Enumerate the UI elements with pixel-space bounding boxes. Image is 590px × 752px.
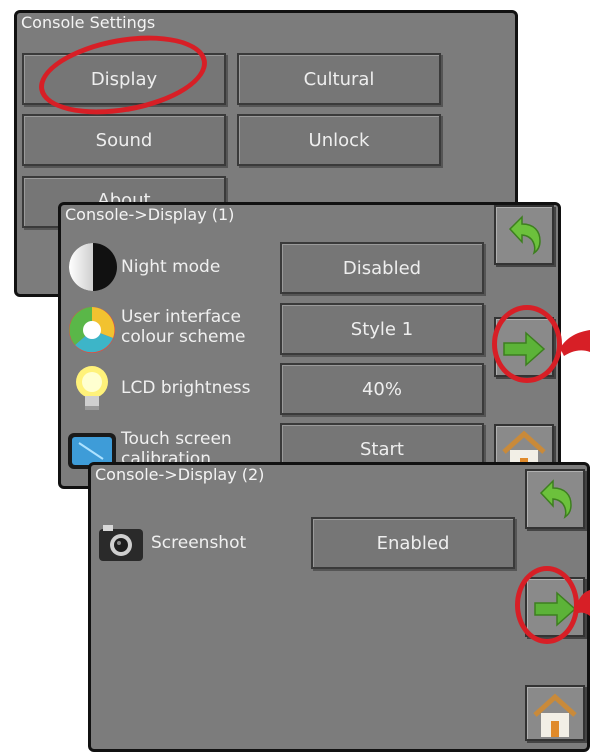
cultural-button[interactable]: Cultural: [237, 53, 441, 105]
sound-button[interactable]: Sound: [22, 114, 226, 166]
panel-title: Console->Display (2): [95, 465, 265, 484]
night-mode-value-button[interactable]: Disabled: [280, 242, 484, 294]
lcd-brightness-icon: [76, 366, 108, 410]
screenshot-label: Screenshot: [151, 533, 247, 553]
display-button[interactable]: Display: [22, 53, 226, 105]
colour-scheme-value-button[interactable]: Style 1: [280, 303, 484, 355]
colour-scheme-label: User interface colour scheme: [121, 307, 246, 347]
lcd-brightness-value-button[interactable]: 40%: [280, 363, 484, 415]
panel-title: Console->Display (1): [65, 205, 235, 224]
back-button[interactable]: [525, 469, 585, 529]
back-button[interactable]: [494, 205, 554, 265]
display-page-1-panel: Console->Display (1) Night mode Disabled…: [58, 202, 561, 489]
night-mode-label: Night mode: [121, 257, 221, 277]
unlock-button[interactable]: Unlock: [237, 114, 441, 166]
back-arrow-icon: [508, 215, 541, 255]
lcd-brightness-label: LCD brightness: [121, 378, 251, 398]
colour-scheme-icon: [69, 307, 115, 353]
callout-arrow-2: [576, 590, 590, 616]
screenshot-value-button[interactable]: Enabled: [311, 517, 515, 569]
back-arrow-icon: [539, 479, 572, 519]
display-page-2-panel: Console->Display (2) Screenshot Enabled: [88, 462, 590, 752]
next-arrow-icon: [534, 591, 577, 627]
home-button[interactable]: [525, 685, 585, 741]
screenshot-icon: [99, 525, 143, 561]
home-icon: [533, 693, 577, 737]
panel-title: Console Settings: [21, 13, 156, 32]
callout-arrow-1: [560, 330, 590, 356]
next-page-button[interactable]: [494, 317, 554, 377]
night-mode-icon: [69, 243, 117, 291]
next-arrow-icon: [503, 331, 546, 367]
